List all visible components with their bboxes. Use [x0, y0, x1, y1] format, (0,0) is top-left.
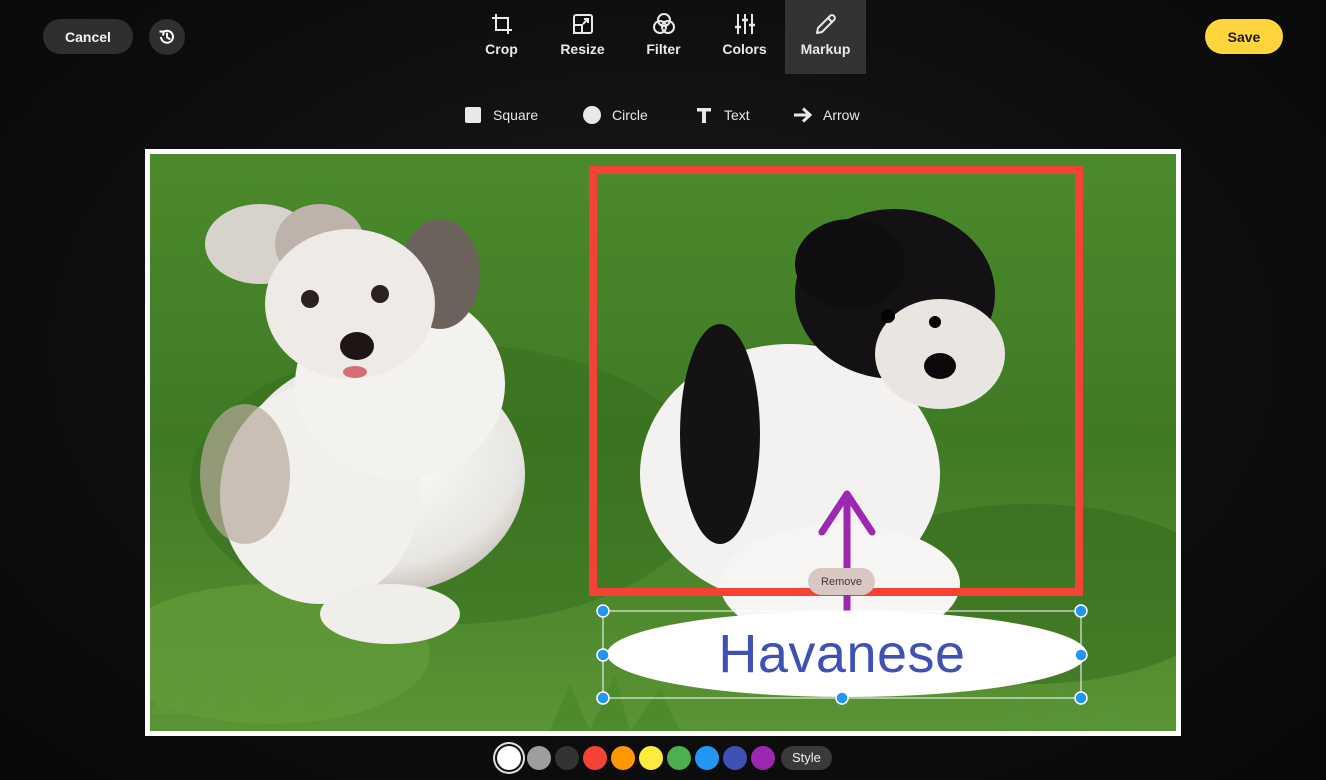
sliders-icon — [734, 14, 755, 34]
tab-colors[interactable]: Colors — [704, 0, 785, 74]
tab-filter[interactable]: Filter — [623, 0, 704, 74]
save-button[interactable]: Save — [1205, 19, 1283, 54]
color-swatch-black[interactable] — [555, 745, 579, 770]
history-button[interactable] — [149, 19, 185, 55]
color-swatch-gray[interactable] — [527, 745, 551, 770]
color-swatch-blue[interactable] — [695, 745, 719, 770]
color-swatch-white[interactable] — [497, 745, 521, 770]
tool-label: Circle — [612, 107, 648, 123]
tab-label: Colors — [722, 41, 767, 57]
color-swatch-indigo[interactable] — [723, 745, 747, 770]
tab-crop[interactable]: Crop — [461, 0, 542, 74]
tool-square[interactable]: Square — [463, 102, 538, 128]
color-swatch-green[interactable] — [667, 745, 691, 770]
tool-label: Square — [493, 107, 539, 123]
color-swatch-yellow[interactable] — [639, 745, 663, 770]
tool-text[interactable]: Text — [694, 102, 750, 128]
square-icon — [465, 107, 481, 123]
pencil-icon — [815, 14, 836, 34]
tab-label: Markup — [800, 41, 851, 57]
tab-markup[interactable]: Markup — [785, 0, 866, 74]
tab-label: Filter — [646, 41, 681, 57]
cancel-button[interactable]: Cancel — [43, 19, 133, 54]
editor-tabs: Crop Resize Filter Colors Markup — [461, 0, 866, 74]
arrow-icon — [794, 107, 813, 123]
color-swatch-orange[interactable] — [611, 745, 635, 770]
tool-circle[interactable]: Circle — [582, 102, 648, 128]
tool-arrow[interactable]: Arrow — [793, 102, 860, 128]
tab-resize[interactable]: Resize — [542, 0, 623, 74]
style-button[interactable]: Style — [781, 745, 832, 770]
color-swatch-purple[interactable] — [751, 745, 775, 770]
circle-icon — [583, 106, 601, 124]
havanese-text-annotation[interactable]: Havanese — [603, 610, 1081, 698]
text-icon — [697, 108, 711, 123]
tab-label: Resize — [560, 41, 605, 57]
tool-label: Arrow — [823, 107, 860, 123]
remove-button[interactable]: Remove — [808, 568, 875, 595]
filter-icon — [652, 13, 675, 34]
color-swatch-red[interactable] — [583, 745, 607, 770]
history-icon — [159, 29, 174, 44]
tab-label: Crop — [485, 41, 518, 57]
color-palette: Style — [496, 744, 832, 771]
resize-icon — [572, 14, 593, 34]
crop-icon — [491, 14, 512, 34]
markup-tools: Square Circle Text Arrow — [0, 102, 1326, 128]
red-rectangle-annotation — [589, 166, 1083, 596]
tool-label: Text — [724, 107, 750, 123]
